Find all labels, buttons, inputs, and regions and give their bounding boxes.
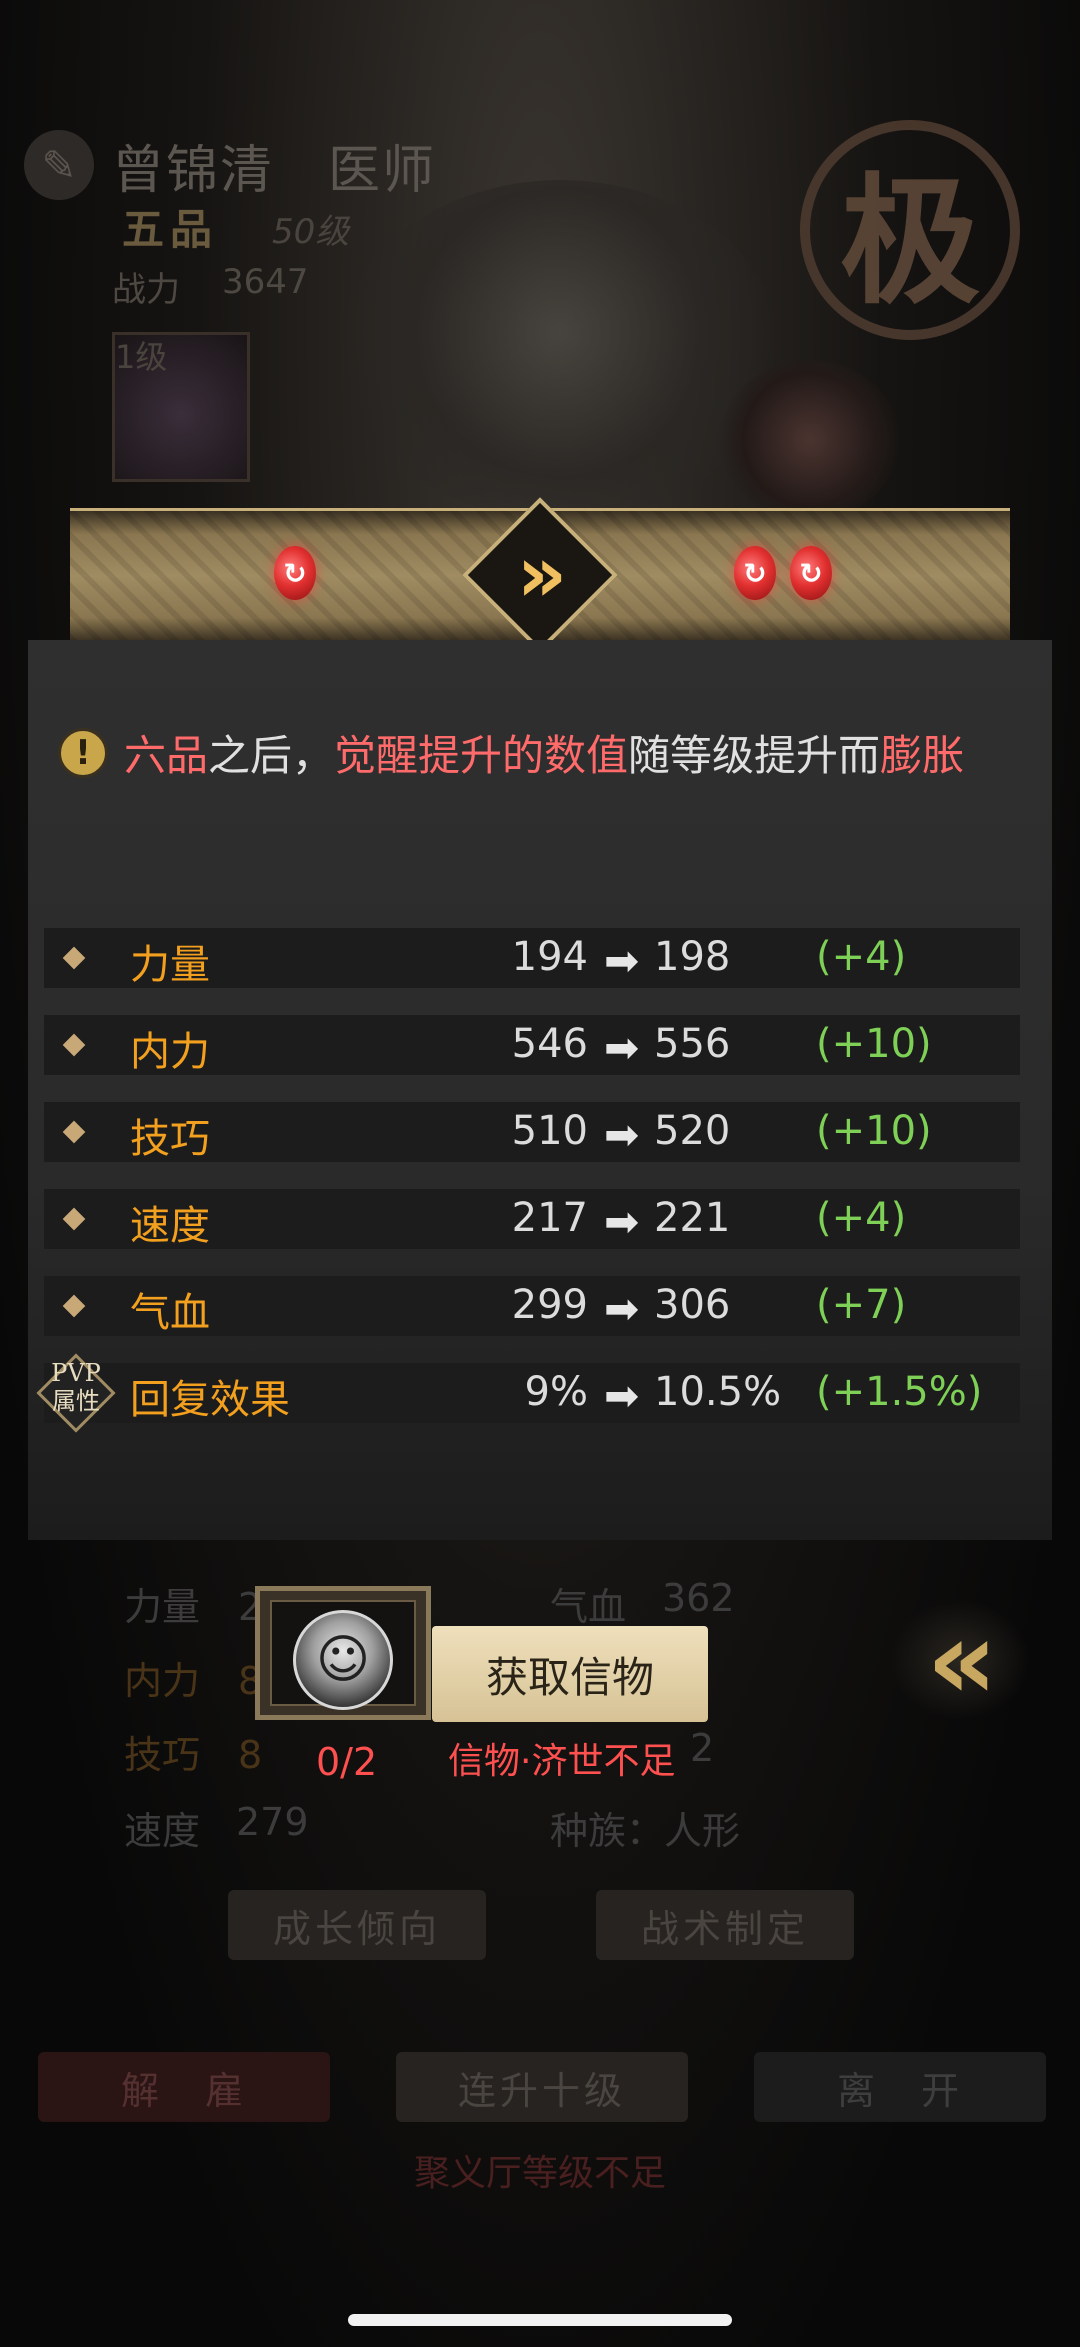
hero-level: 50级: [272, 212, 350, 252]
arrow-right-icon: ➡: [604, 936, 640, 985]
stat-name: 内力: [130, 1029, 210, 1075]
exclamation-icon: !: [58, 728, 108, 778]
bg-stat-speed-label: 速度: [124, 1809, 201, 1853]
token-insufficient-hint: 信物·济世不足: [448, 1741, 676, 1782]
stat-name: 技巧: [130, 1116, 210, 1162]
stat-increase: (+10): [816, 1108, 932, 1154]
pvp-attribute-badge: PVP 属性: [36, 1353, 116, 1433]
bg-stat-skill: 技巧 8: [124, 1733, 263, 1777]
stat-name: 回复效果: [130, 1377, 290, 1423]
bg-stat-hp-label: 气血: [550, 1585, 627, 1629]
leave-button[interactable]: 离 开: [754, 2052, 1046, 2122]
mask-art: [720, 360, 900, 520]
stat-old-value: 546: [511, 1021, 588, 1067]
token-portrait: ☺: [293, 1610, 393, 1710]
stat-increase: (+1.5%): [816, 1369, 983, 1415]
acquire-token-button[interactable]: 获取信物: [432, 1626, 708, 1722]
home-indicator[interactable]: [348, 2314, 732, 2326]
stat-row-strength: 力量 194 ➡ 198 (+4): [44, 928, 1020, 988]
stat-new-value: 520: [654, 1108, 731, 1154]
stat-old-value: 194: [511, 934, 588, 980]
diamond-bullet-icon: [62, 1120, 86, 1144]
diamond-bullet-icon: [62, 1033, 86, 1057]
stat-list: 力量 194 ➡ 198 (+4) 内力 546 ➡ 556 (+10) 技巧 …: [36, 928, 1020, 1450]
level-up-ten-button[interactable]: 连升十级: [396, 2052, 688, 2122]
stat-name: 气血: [130, 1290, 210, 1336]
bg-stat-race: 种族：人形: [550, 1809, 741, 1853]
stat-old-value: 510: [511, 1108, 588, 1154]
stat-row-inner-power: 内力 546 ➡ 556 (+10): [44, 1015, 1020, 1075]
stat-new-value: 221: [654, 1195, 731, 1241]
tactics-button[interactable]: 战术制定: [596, 1890, 854, 1960]
diamond-bullet-icon: [62, 946, 86, 970]
stat-old-value: 217: [511, 1195, 588, 1241]
stat-increase: (+4): [816, 1195, 907, 1241]
stat-new-value: 556: [654, 1021, 731, 1067]
stat-old-value: 299: [511, 1282, 588, 1328]
stat-new-value: 306: [654, 1282, 731, 1328]
stat-name: 力量: [130, 942, 210, 988]
hero-name: 曾锦清 医师: [112, 141, 437, 201]
rune-icon: ↻: [274, 546, 316, 600]
stat-increase: (+10): [816, 1021, 932, 1067]
stat-row-speed: 速度 217 ➡ 221 (+4): [44, 1189, 1020, 1249]
token-count: 0/2: [316, 1740, 378, 1784]
stat-new-value: 198: [654, 934, 731, 980]
stat-increase: (+4): [816, 934, 907, 980]
stat-name: 速度: [130, 1203, 210, 1249]
hero-grade: 五品: [122, 205, 219, 254]
equipment-level: 1级: [115, 338, 168, 376]
bg-stat-partial: 2: [690, 1726, 715, 1770]
diamond-bullet-icon: [62, 1294, 86, 1318]
brush-icon: ✎: [24, 130, 94, 200]
growth-tendency-button[interactable]: 成长倾向: [228, 1890, 486, 1960]
bg-stat-inner: 内力 8: [124, 1659, 263, 1703]
stat-new-value: 10.5%: [654, 1369, 782, 1415]
power-label: 战力: [112, 270, 180, 310]
rune-icon: ↻: [734, 546, 776, 600]
stat-old-value: 9%: [524, 1369, 588, 1415]
arrow-right-icon: ➡: [604, 1284, 640, 1333]
dismiss-button[interactable]: 解 雇: [38, 2052, 330, 2122]
bg-stat-hp-value: 362: [662, 1576, 735, 1620]
stat-row-recovery: PVP 属性 回复效果 9% ➡ 10.5% (+1.5%): [36, 1353, 1020, 1433]
rune-icon: ↻: [790, 546, 832, 600]
double-arrow-icon: »: [516, 530, 567, 620]
arrow-right-icon: ➡: [604, 1110, 640, 1159]
double-chevron-left-icon[interactable]: «: [890, 1596, 1030, 1724]
grade-seal: 极: [800, 120, 1020, 340]
arrow-right-icon: ➡: [604, 1197, 640, 1246]
character-art: [340, 180, 780, 520]
bg-stat-strength: 力量 2: [124, 1585, 263, 1629]
stat-row-hp: 气血 299 ➡ 306 (+7): [44, 1276, 1020, 1336]
arrow-right-icon: ➡: [604, 1371, 640, 1420]
bg-stat-speed-value: 279: [236, 1800, 309, 1844]
hall-level-warning: 聚义厅等级不足: [413, 2153, 666, 2194]
diamond-bullet-icon: [62, 1207, 86, 1231]
power-value: 3647: [222, 262, 309, 302]
notice-text: 六品之后，觉醒提升的数值随等级提升而膨胀: [124, 731, 965, 780]
stat-row-skill: 技巧 510 ➡ 520 (+10): [44, 1102, 1020, 1162]
stat-increase: (+7): [816, 1282, 907, 1328]
arrow-right-icon: ➡: [604, 1023, 640, 1072]
